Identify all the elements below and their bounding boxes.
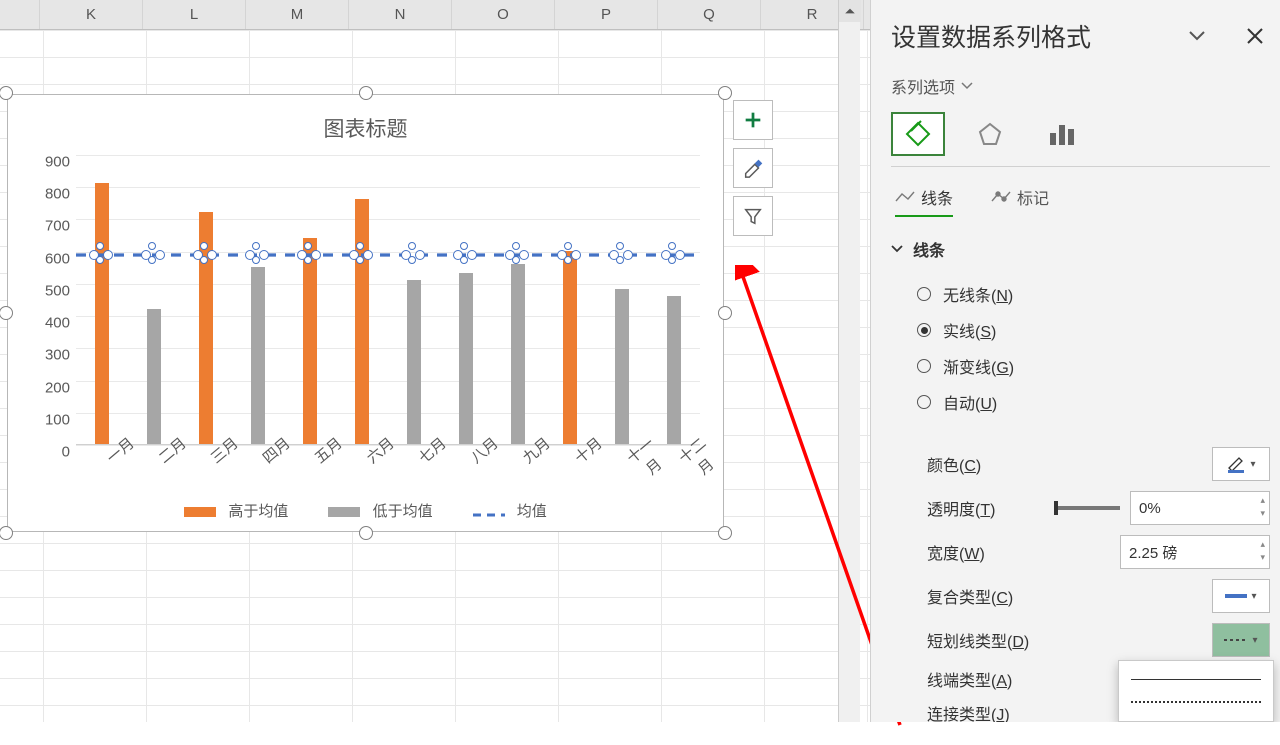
col-header[interactable]: K [40, 0, 143, 29]
radio-solid-line[interactable]: 实线(S) [917, 315, 1270, 345]
chevron-down-icon [961, 80, 973, 92]
legend-swatch [473, 507, 505, 517]
spinner-arrows[interactable]: ▴▾ [1260, 495, 1265, 519]
col-header[interactable]: L [143, 0, 246, 29]
tab-line[interactable]: 线条 [895, 185, 953, 217]
color-picker-button[interactable]: ▾ [1212, 447, 1270, 481]
chevron-down-icon [1187, 26, 1207, 46]
prop-width: 宽度(W) 2.25 磅 ▴▾ [891, 535, 1270, 569]
format-data-series-pane: 设置数据系列格式 系列选项 线条 标记 [870, 0, 1280, 722]
series-options-icon[interactable] [1035, 112, 1089, 156]
radio-icon [917, 323, 931, 337]
pen-icon [1226, 455, 1246, 473]
transparency-slider[interactable] [1054, 506, 1120, 510]
resize-handle[interactable] [0, 306, 13, 320]
tab-marker[interactable]: 标记 [991, 185, 1049, 217]
radio-icon [917, 395, 931, 409]
legend-swatch [184, 507, 216, 517]
chart-title[interactable]: 图表标题 [8, 113, 723, 143]
pane-title: 设置数据系列格式 [891, 18, 1091, 54]
separator [891, 166, 1270, 167]
dash-line-icon [1224, 636, 1248, 644]
radio-gradient-line[interactable]: 渐变线(G) [917, 351, 1270, 381]
radio-no-line[interactable]: 无线条(N) [917, 279, 1270, 309]
column-headers: K L M N O P Q R [0, 0, 870, 30]
chevron-down-icon: ▾ [1252, 635, 1257, 646]
dash-type-button[interactable]: ▾ [1212, 623, 1270, 657]
dash-option-dotted[interactable] [1131, 701, 1261, 703]
chevron-down-icon [891, 243, 903, 255]
series-options-dropdown[interactable]: 系列选项 [891, 74, 1270, 98]
pane-close-button[interactable] [1242, 23, 1268, 49]
close-icon [1246, 27, 1264, 45]
chart-elements-button[interactable] [733, 100, 773, 140]
legend-swatch [328, 507, 360, 517]
resize-handle[interactable] [0, 86, 13, 100]
chart-object[interactable]: 图表标题 0100200300400500600700800900 高于均值 低… [7, 94, 724, 532]
col-header[interactable]: N [349, 0, 452, 29]
radio-auto-line[interactable]: 自动(U) [917, 387, 1270, 417]
format-category-icons [891, 112, 1270, 156]
resize-handle[interactable] [359, 526, 373, 540]
dash-type-menu[interactable] [1118, 660, 1274, 722]
col-header[interactable]: O [452, 0, 555, 29]
col-header[interactable]: Q [658, 0, 761, 29]
legend-item-mean[interactable]: 均值 [473, 500, 547, 521]
line-glyph-icon [895, 190, 915, 204]
col-header-spacer [0, 0, 40, 29]
chart-plot-area[interactable]: 0100200300400500600700800900 [76, 155, 700, 445]
chart-filter-button[interactable] [733, 196, 773, 236]
legend-item-high[interactable]: 高于均值 [184, 500, 288, 521]
chart-styles-button[interactable] [733, 148, 773, 188]
scroll-up-button[interactable] [839, 0, 861, 22]
radio-icon [917, 359, 931, 373]
resize-handle[interactable] [718, 526, 732, 540]
line-marker-tabs: 线条 标记 [891, 185, 1270, 217]
legend-item-low[interactable]: 低于均值 [328, 500, 432, 521]
col-header[interactable]: M [246, 0, 349, 29]
compound-line-icon [1225, 590, 1247, 602]
prop-color: 颜色(C) ▾ [891, 447, 1270, 481]
compound-type-button[interactable]: ▾ [1212, 579, 1270, 613]
spinner-arrows[interactable]: ▴▾ [1260, 539, 1265, 563]
chart-legend[interactable]: 高于均值 低于均值 均值 [8, 500, 723, 521]
prop-transparency: 透明度(T) 0% ▴▾ [891, 491, 1270, 525]
dash-option-solid[interactable] [1131, 679, 1261, 680]
radio-icon [917, 287, 931, 301]
pane-collapse-button[interactable] [1184, 23, 1210, 49]
resize-handle[interactable] [718, 306, 732, 320]
chevron-down-icon: ▾ [1250, 459, 1255, 470]
transparency-input[interactable]: 0% ▴▾ [1130, 491, 1270, 525]
fill-and-line-icon[interactable] [891, 112, 945, 156]
resize-handle[interactable] [359, 86, 373, 100]
marker-glyph-icon [991, 190, 1011, 204]
resize-handle[interactable] [718, 86, 732, 100]
chevron-down-icon: ▾ [1251, 591, 1256, 602]
prop-dash: 短划线类型(D) ▾ [891, 623, 1270, 657]
effects-icon[interactable] [963, 112, 1017, 156]
chart-side-buttons [733, 100, 773, 236]
line-section-header[interactable]: 线条 [891, 237, 1270, 261]
vertical-scrollbar[interactable] [838, 0, 860, 722]
col-header[interactable]: P [555, 0, 658, 29]
prop-compound: 复合类型(C) ▾ [891, 579, 1270, 613]
width-input[interactable]: 2.25 磅 ▴▾ [1120, 535, 1270, 569]
